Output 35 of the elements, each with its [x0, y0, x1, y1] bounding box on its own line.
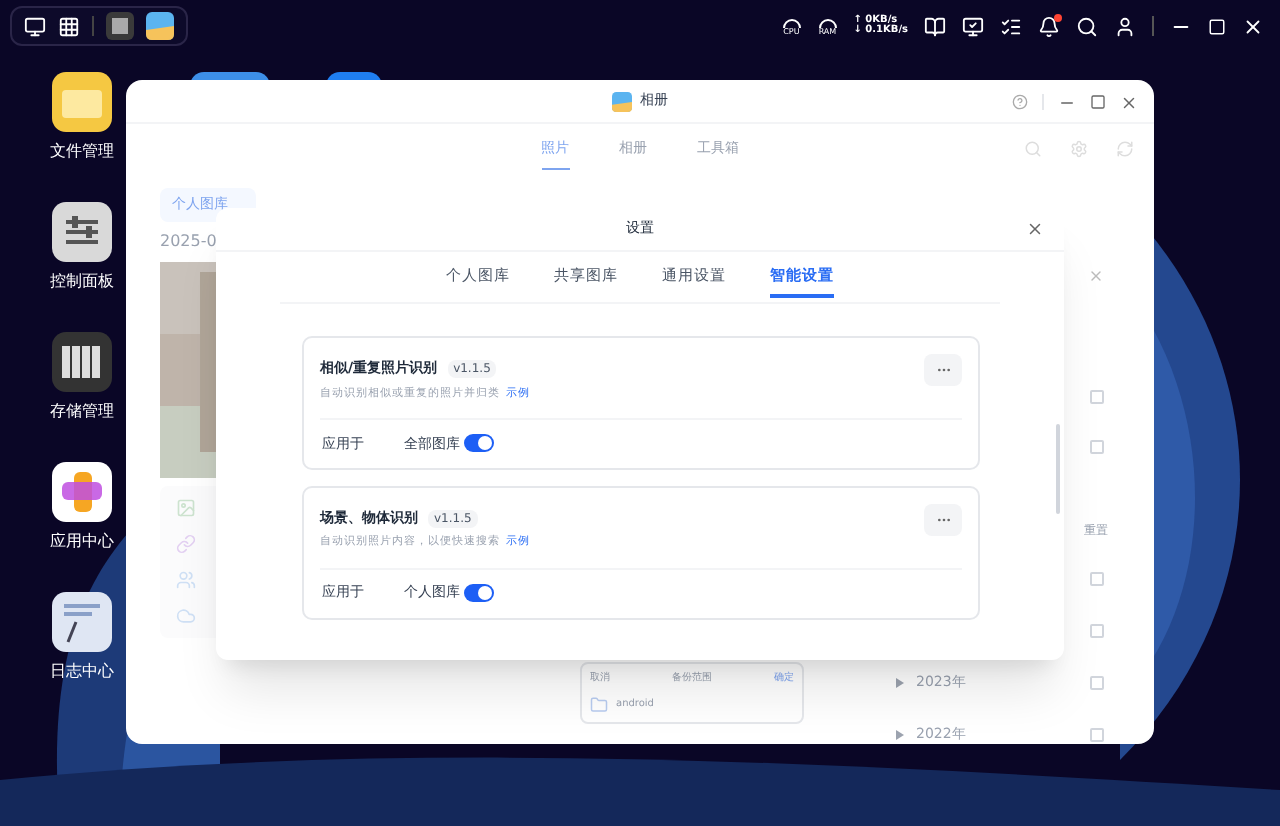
checkbox[interactable] — [1090, 727, 1104, 741]
caret-icon[interactable] — [896, 677, 904, 687]
checkbox[interactable] — [1090, 390, 1104, 404]
toggle-switch[interactable] — [464, 434, 494, 453]
document-icon[interactable] — [52, 592, 112, 652]
checkbox[interactable] — [1090, 623, 1104, 637]
checkbox[interactable] — [1090, 571, 1104, 585]
photos-icon[interactable] — [146, 12, 174, 40]
server-icon[interactable] — [52, 332, 112, 392]
caret-icon[interactable] — [896, 729, 904, 739]
date-heading: 2025-0 — [160, 229, 219, 253]
monitor-icon[interactable] — [962, 15, 984, 37]
app-label: 文件管理 — [50, 140, 114, 164]
gauge-icon — [817, 16, 838, 28]
app-store-icon[interactable] — [52, 462, 112, 522]
photos-icon — [612, 91, 632, 111]
folder-icon[interactable] — [52, 72, 112, 132]
checkbox[interactable] — [1090, 440, 1104, 454]
app-label: 控制面板 — [50, 270, 114, 294]
bell-icon[interactable] — [1038, 15, 1060, 37]
close-icon[interactable] — [1242, 15, 1264, 37]
toggle-switch[interactable] — [464, 584, 494, 602]
list-icon[interactable] — [1000, 15, 1022, 37]
app-label: 日志中心 — [50, 660, 114, 684]
scrollbar[interactable] — [1056, 424, 1060, 514]
checkbox[interactable] — [1090, 675, 1104, 689]
user-icon[interactable] — [1114, 15, 1136, 37]
grid-icon[interactable] — [58, 15, 80, 37]
book-icon[interactable] — [924, 15, 946, 37]
app-label: 应用中心 — [50, 530, 114, 554]
folder-icon — [590, 696, 608, 714]
gauge-icon — [781, 16, 802, 28]
sliders-icon[interactable] — [52, 202, 112, 262]
app-label: 存储管理 — [50, 400, 114, 424]
desktop-icon[interactable] — [24, 15, 46, 37]
